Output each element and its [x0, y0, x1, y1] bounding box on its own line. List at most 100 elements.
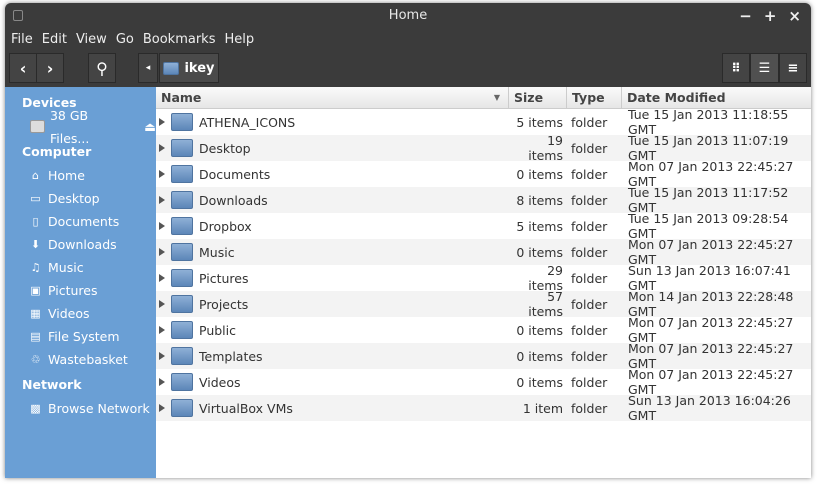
sidebar: Devices 38 GB Files... ⏏ Computer ⌂ Home ▭ Desk… — [5, 87, 156, 478]
menu-view[interactable]: View — [76, 29, 107, 51]
file-system-icon: ▤ — [30, 330, 41, 343]
close-button[interactable]: × — [788, 3, 801, 29]
folder-icon — [171, 217, 193, 235]
menu-bookmarks[interactable]: Bookmarks — [143, 29, 216, 51]
sidebar-item-documents[interactable]: ▯ Documents — [5, 210, 156, 233]
compact-view-button[interactable]: ≡ — [779, 53, 807, 83]
sidebar-item-pictures[interactable]: ▣ Pictures — [5, 279, 156, 302]
path-scroll-left-button[interactable]: ◂ — [138, 53, 158, 83]
desktop-icon: ▭ — [30, 192, 41, 205]
sidebar-item-desktop[interactable]: ▭ Desktop — [5, 187, 156, 210]
column-date[interactable]: Date Modified — [622, 87, 811, 108]
minimize-button[interactable]: − — [739, 3, 752, 29]
list-view-button[interactable]: ☰ — [750, 53, 779, 83]
sidebar-item-label: Pictures — [48, 283, 98, 298]
sidebar-item-38-gb-files[interactable]: 38 GB Files... ⏏ — [5, 108, 156, 146]
icon-view-button[interactable]: ⠿ — [722, 53, 750, 83]
videos-icon: ▦ — [30, 307, 41, 320]
expand-icon[interactable] — [159, 170, 165, 178]
search-icon: ⚲ — [96, 58, 108, 78]
table-row[interactable]: Desktop 19 items folder Tue 15 Jan 2013 11:… — [156, 133, 811, 163]
home-icon: ⌂ — [32, 169, 39, 182]
pictures-icon: ▣ — [30, 284, 41, 297]
sidebar-item-downloads[interactable]: ⬇ Downloads — [5, 233, 156, 256]
table-row[interactable]: Public 0 items folder Mon 07 Jan 2013 22:45… — [156, 315, 811, 345]
expand-icon[interactable] — [159, 300, 165, 308]
table-row[interactable]: Downloads 8 items folder Tue 15 Jan 2013 11… — [156, 185, 811, 215]
back-icon: ‹ — [19, 58, 27, 78]
column-type[interactable]: Type — [567, 87, 622, 108]
home-folder-icon — [163, 61, 180, 75]
sidebar-item-file-system[interactable]: ▤ File System — [5, 325, 156, 348]
file-type: folder — [571, 296, 608, 312]
menu-go[interactable]: Go — [116, 29, 134, 51]
table-row[interactable]: VirtualBox VMs 1 item folder Sun 13 Jan 201… — [156, 393, 811, 423]
expand-icon[interactable] — [159, 144, 165, 152]
table-row[interactable]: ATHENA_ICONS 5 items folder Tue 15 Jan 2013… — [156, 107, 811, 137]
window-menu-icon[interactable] — [13, 10, 23, 21]
file-size: 57 items — [528, 289, 563, 319]
file-size: 8 items — [516, 192, 563, 208]
table-row[interactable]: Videos 0 items folder Mon 07 Jan 2013 22:45… — [156, 367, 811, 397]
folder-icon — [171, 139, 193, 157]
file-size: 5 items — [516, 114, 563, 130]
chevron-left-icon: ◂ — [145, 63, 151, 73]
file-name: ATHENA_ICONS — [199, 114, 296, 130]
table-row[interactable]: Dropbox 5 items folder Tue 15 Jan 2013 09:2… — [156, 211, 811, 241]
search-button[interactable]: ⚲ — [88, 53, 116, 83]
file-name: Videos — [199, 374, 241, 390]
file-name: Music — [199, 244, 235, 260]
sidebar-item-label: Music — [48, 260, 84, 275]
maximize-button[interactable]: + — [764, 3, 777, 29]
table-row[interactable]: Templates 0 items folder Mon 07 Jan 2013 22… — [156, 341, 811, 371]
table-row[interactable]: Projects 57 items folder Mon 14 Jan 2013 22… — [156, 289, 811, 319]
folder-icon — [171, 321, 193, 339]
folder-icon — [171, 165, 193, 183]
expand-icon[interactable] — [159, 274, 165, 282]
expand-icon[interactable] — [159, 404, 165, 412]
sidebar-item-browse-network[interactable]: ▩ Browse Network — [5, 397, 156, 420]
expand-icon[interactable] — [159, 196, 165, 204]
table-row[interactable]: Pictures 29 items folder Sun 13 Jan 2013 16… — [156, 263, 811, 293]
eject-icon[interactable]: ⏏ — [144, 115, 156, 138]
file-date: Sun 13 Jan 2013 16:04:26 GMT — [628, 393, 791, 423]
sidebar-item-label: Wastebasket — [48, 352, 128, 367]
folder-icon — [171, 191, 193, 209]
sidebar-item-videos[interactable]: ▦ Videos — [5, 302, 156, 325]
column-size[interactable]: Size — [509, 87, 567, 108]
expand-icon[interactable] — [159, 248, 165, 256]
sidebar-item-label: Browse Network — [48, 401, 150, 416]
file-size: 0 items — [516, 244, 563, 260]
path-button-home[interactable]: ikey — [159, 53, 219, 83]
downloads-icon: ⬇ — [30, 238, 41, 251]
file-type: folder — [571, 166, 608, 182]
expand-icon[interactable] — [159, 378, 165, 386]
sidebar-item-label: File System — [48, 329, 120, 344]
file-name: Dropbox — [199, 218, 252, 234]
column-name-label: Name — [161, 89, 202, 105]
file-size: 0 items — [516, 374, 563, 390]
sidebar-item-home[interactable]: ⌂ Home — [5, 164, 156, 187]
file-size: 0 items — [516, 166, 563, 182]
forward-button[interactable]: › — [36, 53, 64, 83]
table-row[interactable]: Music 0 items folder Mon 07 Jan 2013 22:45:… — [156, 237, 811, 267]
sidebar-item-music[interactable]: ♫ Music — [5, 256, 156, 279]
toolbar: ‹ › ⚲ ◂ ikey ⠿ ☰ ≡ — [5, 51, 811, 87]
expand-icon[interactable] — [159, 326, 165, 334]
music-icon: ♫ — [30, 261, 41, 274]
documents-icon: ▯ — [32, 215, 39, 228]
file-size: 0 items — [516, 348, 563, 364]
table-row[interactable]: Documents 0 items folder Mon 07 Jan 2013 22… — [156, 159, 811, 189]
expand-icon[interactable] — [159, 118, 165, 126]
menu-help[interactable]: Help — [224, 29, 254, 51]
sidebar-item-wastebasket[interactable]: ♲ Wastebasket — [5, 348, 156, 371]
menu-edit[interactable]: Edit — [42, 29, 67, 51]
back-button[interactable]: ‹ — [9, 53, 37, 83]
expand-icon[interactable] — [159, 222, 165, 230]
file-type: folder — [571, 114, 608, 130]
file-name: Pictures — [199, 270, 249, 286]
menu-icon: ≡ — [787, 60, 799, 76]
expand-icon[interactable] — [159, 352, 165, 360]
column-name[interactable]: Name ▼ — [156, 87, 509, 108]
menu-file[interactable]: File — [11, 29, 33, 51]
